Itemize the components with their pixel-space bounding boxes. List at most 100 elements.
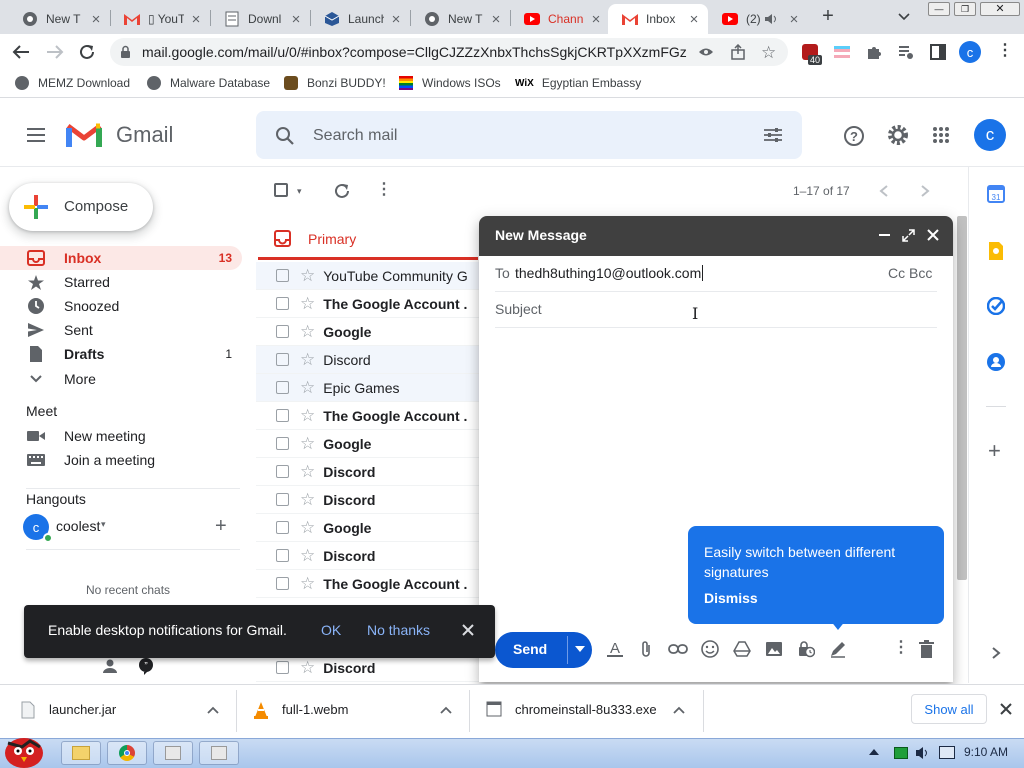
reload-icon[interactable] — [78, 43, 96, 61]
browser-tab[interactable]: ▯ YouT × — [110, 4, 210, 34]
battery-icon[interactable] — [894, 747, 908, 759]
taskbar-app-button[interactable] — [153, 741, 193, 765]
bookmark-item[interactable]: Malware Database — [147, 76, 270, 90]
email-row[interactable]: ☆ Discord — [256, 346, 488, 374]
row-checkbox[interactable] — [276, 521, 289, 534]
nav-sent[interactable]: Sent — [0, 318, 242, 342]
row-checkbox[interactable] — [276, 437, 289, 450]
row-checkbox[interactable] — [276, 549, 289, 562]
bookmark-item[interactable]: MEMZ Download — [15, 76, 130, 90]
row-checkbox[interactable] — [276, 661, 289, 674]
gmail-logo-icon[interactable] — [66, 122, 102, 149]
email-row[interactable]: ☆ Discord — [256, 542, 488, 570]
fullscreen-compose-icon[interactable] — [902, 229, 915, 242]
download-item-name[interactable]: full-1.webm — [282, 702, 348, 717]
download-item-name[interactable]: chromeinstall-8u333.exe — [515, 702, 657, 717]
row-checkbox[interactable] — [276, 465, 289, 478]
download-options-icon[interactable] — [440, 706, 452, 714]
calendar-icon[interactable]: 31 — [987, 185, 1005, 203]
close-tab-icon[interactable]: × — [288, 11, 304, 28]
star-toggle-icon[interactable]: ☆ — [300, 379, 315, 396]
nav-starred[interactable]: Starred — [0, 270, 242, 294]
email-row[interactable]: ☆ The Google Account . — [256, 570, 488, 598]
network-icon[interactable] — [939, 746, 955, 759]
close-tab-icon[interactable]: × — [786, 11, 802, 28]
star-toggle-icon[interactable]: ☆ — [300, 491, 315, 508]
confidential-mode-icon[interactable] — [797, 640, 815, 658]
profile-avatar[interactable]: c — [959, 41, 981, 63]
emoji-icon[interactable] — [701, 640, 719, 658]
toast-close-icon[interactable] — [462, 624, 474, 636]
bookmark-item[interactable]: Windows ISOs — [399, 76, 501, 90]
side-panel-icon[interactable] — [930, 44, 946, 60]
contacts-icon[interactable] — [987, 353, 1005, 371]
tab-primary[interactable] — [258, 218, 478, 260]
star-toggle-icon[interactable]: ☆ — [300, 547, 315, 564]
close-tab-icon[interactable]: × — [588, 11, 604, 28]
newer-page-icon[interactable] — [879, 185, 889, 197]
audio-playing-icon[interactable] — [764, 13, 778, 25]
more-options-icon[interactable]: ⋮ — [376, 182, 392, 198]
scrollbar-thumb[interactable] — [957, 216, 967, 580]
star-toggle-icon[interactable]: ☆ — [300, 659, 315, 676]
toast-no-thanks-button[interactable]: No thanks — [367, 622, 430, 638]
tasks-icon[interactable] — [987, 297, 1005, 315]
download-options-icon[interactable] — [673, 706, 685, 714]
forward-arrow-icon[interactable] — [46, 44, 64, 60]
restore-icon[interactable]: ❐ — [954, 2, 976, 16]
select-dropdown-icon[interactable]: ▾ — [297, 186, 302, 197]
signature-pen-icon[interactable] — [829, 640, 847, 658]
star-toggle-icon[interactable]: ☆ — [300, 267, 315, 284]
email-row[interactable]: ☆ Discord — [256, 458, 488, 486]
star-toggle-icon[interactable]: ☆ — [300, 575, 315, 592]
email-row[interactable]: ☆ Epic Games — [256, 374, 488, 402]
close-tab-icon[interactable]: × — [488, 11, 504, 28]
eye-icon[interactable] — [698, 45, 714, 59]
start-button-bird-icon[interactable] — [0, 729, 50, 768]
nav-more[interactable]: More — [0, 367, 242, 391]
hangouts-user[interactable]: coolest — [56, 518, 100, 534]
star-toggle-icon[interactable]: ☆ — [300, 323, 315, 340]
browser-tab[interactable]: Chann × — [510, 4, 610, 34]
close-compose-icon[interactable] — [927, 229, 939, 241]
select-all-checkbox[interactable] — [274, 183, 288, 197]
close-tab-icon[interactable]: × — [188, 11, 204, 28]
email-row[interactable]: ☆ Discord — [256, 654, 488, 682]
close-downloads-icon[interactable] — [1000, 703, 1012, 715]
email-row[interactable]: ☆ Google — [256, 514, 488, 542]
volume-icon[interactable] — [915, 746, 931, 760]
join-meeting-link[interactable]: Join a meeting — [0, 448, 242, 472]
star-toggle-icon[interactable]: ☆ — [300, 351, 315, 368]
star-toggle-icon[interactable]: ☆ — [300, 407, 315, 424]
new-meeting-link[interactable]: New meeting — [0, 424, 242, 448]
tray-expand-icon[interactable] — [869, 749, 879, 755]
email-row[interactable]: ☆ YouTube Community G — [256, 262, 488, 290]
settings-gear-icon[interactable] — [887, 124, 909, 146]
insert-link-icon[interactable] — [668, 643, 688, 655]
row-checkbox[interactable] — [276, 353, 289, 366]
browser-tab[interactable]: (2) × — [708, 4, 808, 34]
add-chat-icon[interactable]: + — [215, 516, 227, 536]
browser-tab[interactable]: New T × — [8, 4, 110, 34]
older-page-icon[interactable] — [920, 185, 930, 197]
apps-grid-icon[interactable] — [932, 126, 950, 144]
bookmark-item[interactable]: WiX Egyptian Embassy — [515, 76, 641, 90]
download-item-name[interactable]: launcher.jar — [49, 702, 116, 717]
nav-drafts[interactable]: Drafts 1 — [0, 342, 242, 366]
show-all-button[interactable]: Show all — [911, 694, 987, 724]
refresh-icon[interactable] — [333, 182, 351, 200]
puzzle-extensions-icon[interactable] — [866, 44, 882, 60]
star-toggle-icon[interactable]: ☆ — [300, 463, 315, 480]
schedule-send-dropdown-icon[interactable] — [575, 646, 585, 652]
row-checkbox[interactable] — [276, 269, 289, 282]
row-checkbox[interactable] — [276, 493, 289, 506]
more-compose-options-icon[interactable]: ⋮ — [893, 640, 909, 656]
search-options-icon[interactable] — [764, 127, 782, 143]
insert-photo-icon[interactable] — [765, 641, 783, 657]
discard-draft-icon[interactable] — [919, 640, 934, 658]
subject-field[interactable]: Subject — [495, 301, 542, 317]
person-icon[interactable] — [102, 658, 118, 674]
flag-extension-icon[interactable] — [834, 44, 850, 60]
share-icon[interactable] — [730, 44, 746, 60]
download-options-icon[interactable] — [207, 706, 219, 714]
